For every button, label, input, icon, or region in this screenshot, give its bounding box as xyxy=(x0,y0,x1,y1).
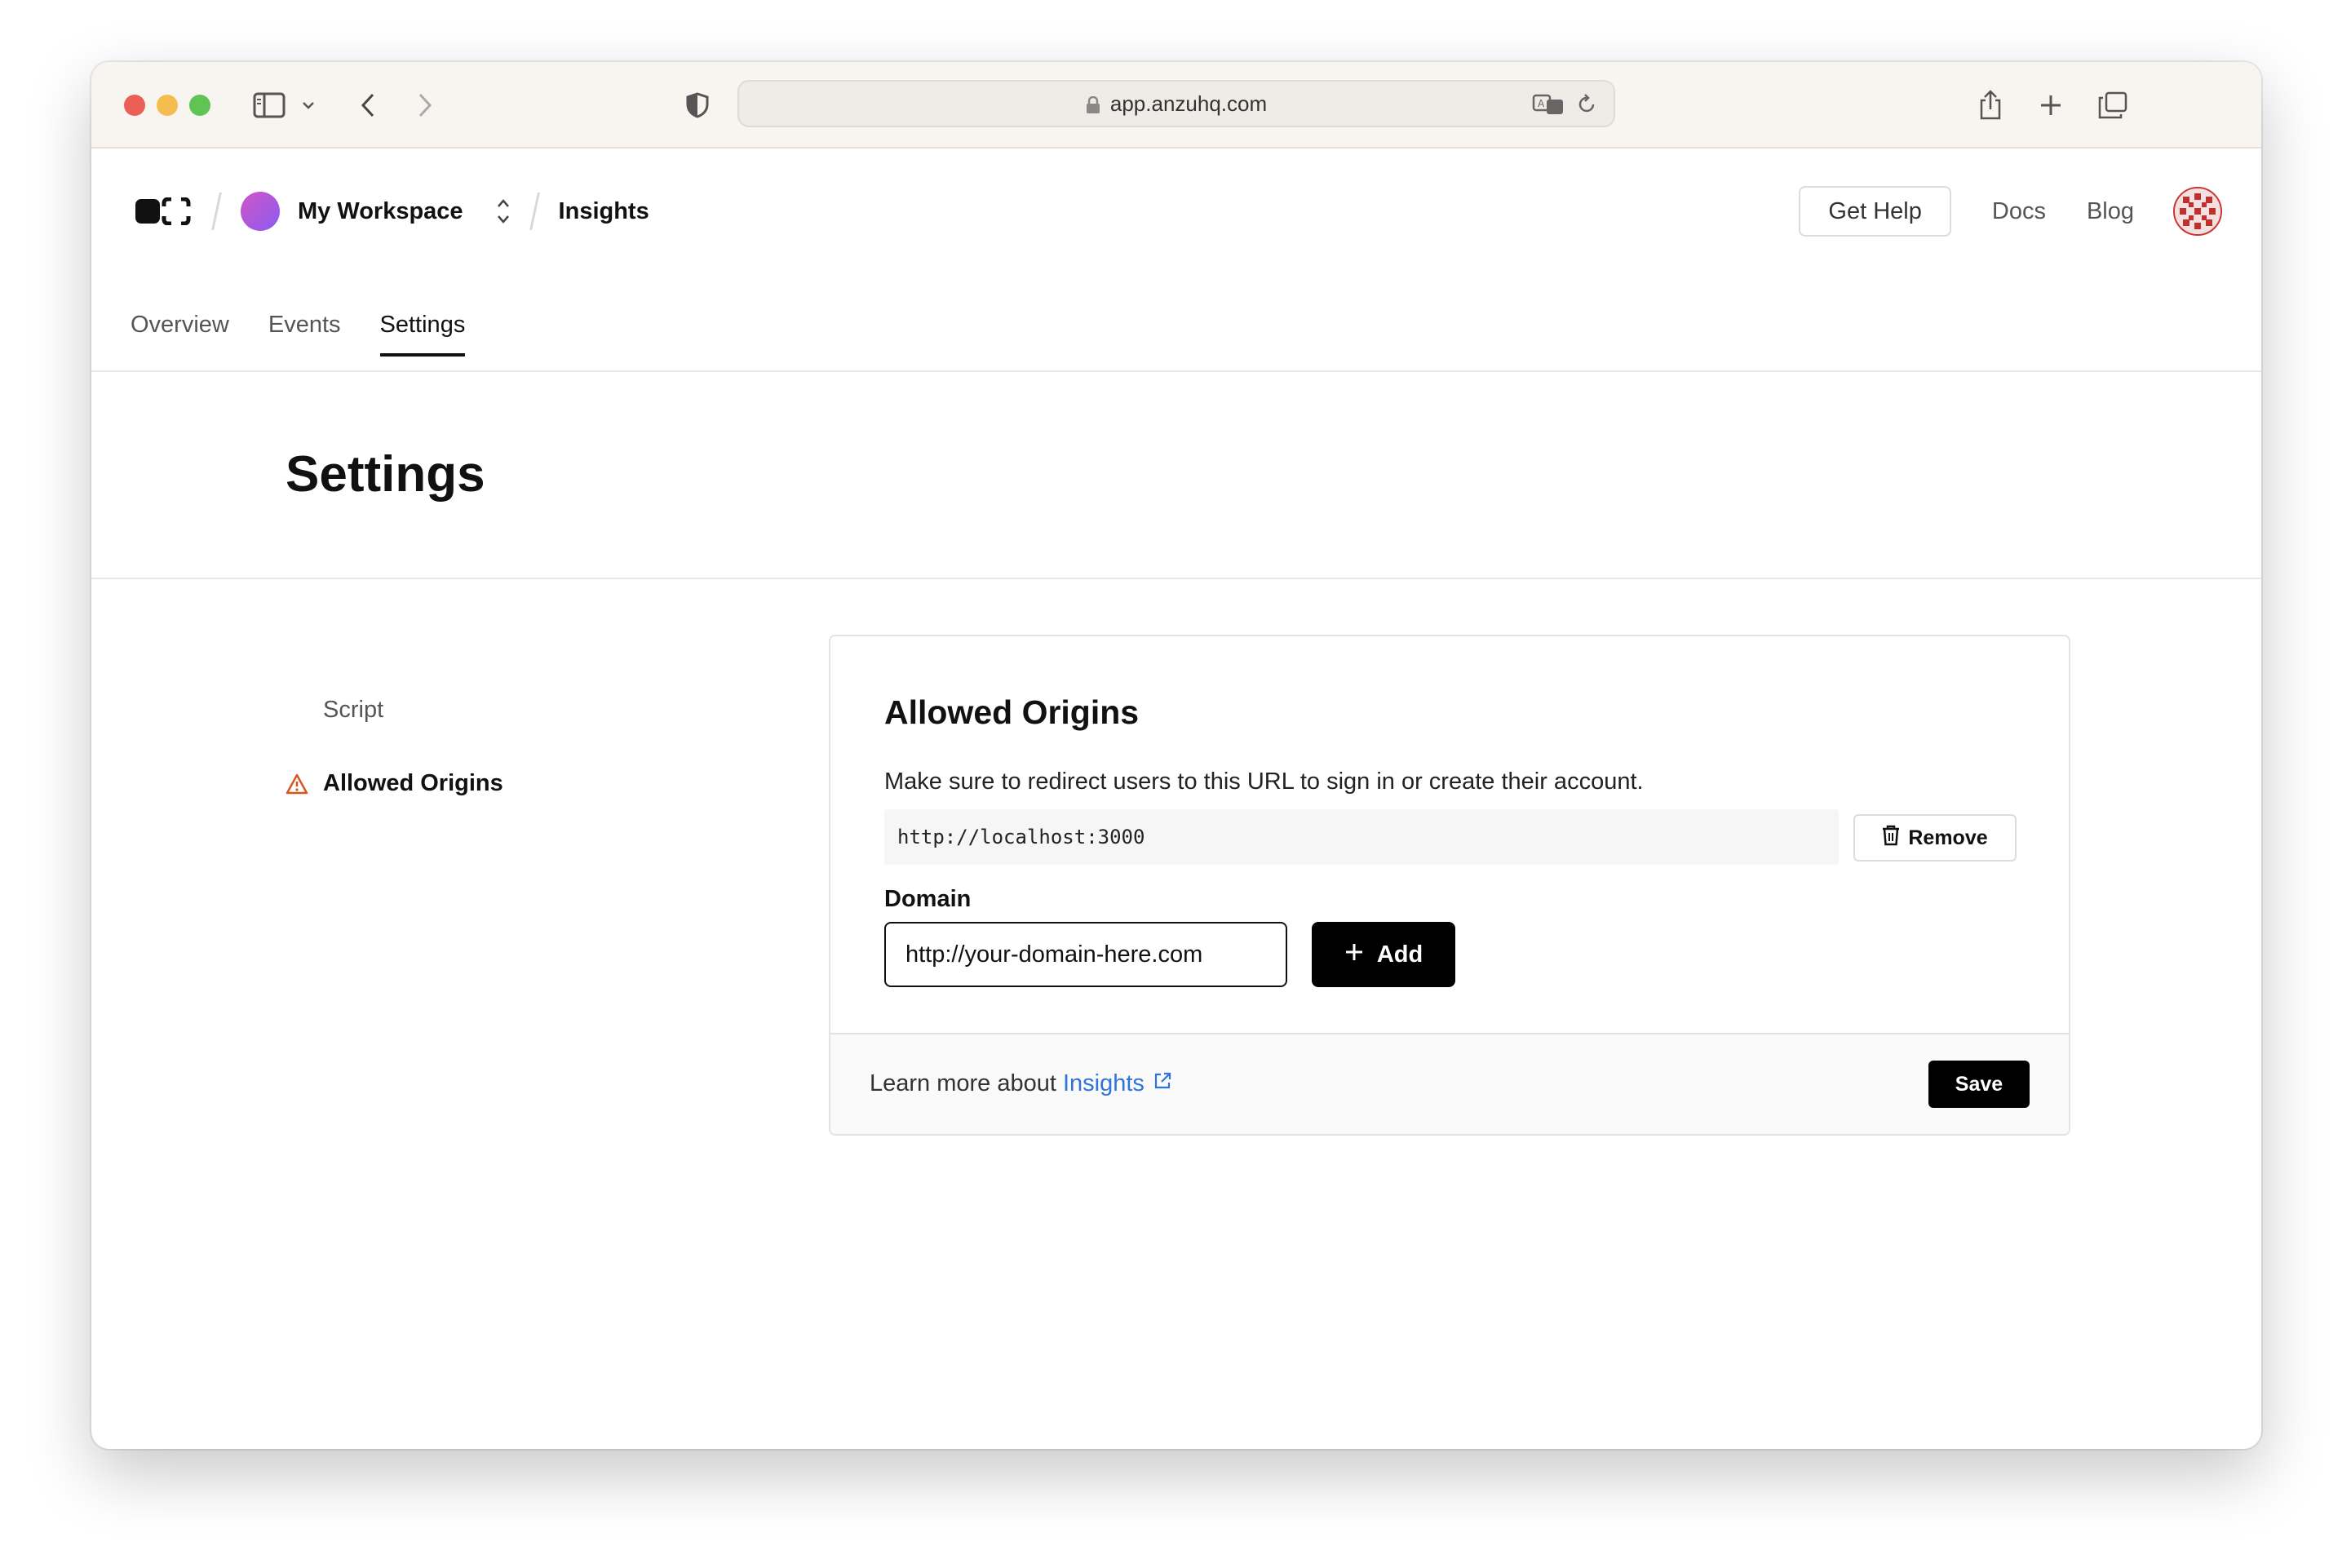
chevron-down-icon[interactable] xyxy=(300,86,317,124)
learn-more: Learn more about Insights xyxy=(870,1070,1172,1097)
app-header: My Workspace Insights Get Help Docs Blog xyxy=(91,148,2261,372)
remove-origin-button[interactable]: Remove xyxy=(1853,814,2017,862)
zoom-window-button[interactable] xyxy=(189,95,210,116)
add-origin-button[interactable]: Add xyxy=(1312,922,1455,987)
reload-icon[interactable] xyxy=(1576,93,1597,122)
domain-label: Domain xyxy=(884,886,972,912)
settings-side-nav: Script Allowed Origins xyxy=(286,690,503,803)
translate-icon[interactable]: A xyxy=(1532,93,1565,122)
sidebar-icon[interactable] xyxy=(251,86,287,124)
tab-settings[interactable]: Settings xyxy=(379,312,465,357)
forward-icon[interactable] xyxy=(413,86,437,124)
browser-titlebar: app.anzuhq.com A xyxy=(91,62,2261,148)
address-bar[interactable]: app.anzuhq.com A xyxy=(737,80,1615,127)
card-description: Make sure to redirect users to this URL … xyxy=(884,768,1644,795)
workspace-switcher-icon[interactable] xyxy=(496,197,511,226)
trash-icon xyxy=(1882,825,1900,852)
minimize-window-button[interactable] xyxy=(157,95,178,116)
project-name[interactable]: Insights xyxy=(559,198,649,225)
share-icon[interactable] xyxy=(1976,86,2005,124)
side-nav-item-allowed-origins[interactable]: Allowed Origins xyxy=(286,764,503,803)
side-nav-item-script[interactable]: Script xyxy=(286,690,503,729)
lock-icon xyxy=(1086,95,1100,113)
breadcrumb-separator xyxy=(529,193,540,230)
side-nav-label: Script xyxy=(323,696,384,723)
workspace-name[interactable]: My Workspace xyxy=(298,198,463,225)
breadcrumb-separator xyxy=(211,193,222,230)
origin-value: http://localhost:3000 xyxy=(897,826,1145,848)
docs-link[interactable]: Docs xyxy=(1992,198,2046,225)
remove-label: Remove xyxy=(1908,826,1988,849)
svg-text:A: A xyxy=(1538,98,1545,109)
get-help-button[interactable]: Get Help xyxy=(1799,186,1951,237)
page-title: Settings xyxy=(286,446,485,503)
warning-icon xyxy=(286,773,308,801)
shield-icon[interactable] xyxy=(684,86,711,124)
main-tabs: Overview Events Settings xyxy=(131,312,504,357)
plus-icon xyxy=(1344,941,1364,968)
origin-entry: http://localhost:3000 xyxy=(884,809,1839,865)
card-footer: Learn more about Insights Save xyxy=(830,1033,2069,1134)
app-logo[interactable] xyxy=(135,197,193,225)
external-link-icon[interactable] xyxy=(1153,1070,1172,1097)
tab-events[interactable]: Events xyxy=(268,312,341,357)
new-tab-icon[interactable] xyxy=(2038,86,2064,124)
close-window-button[interactable] xyxy=(124,95,145,116)
allowed-origins-card: Allowed Origins Make sure to redirect us… xyxy=(829,635,2070,1136)
side-nav-label: Allowed Origins xyxy=(323,769,503,796)
back-icon[interactable] xyxy=(356,86,380,124)
save-button[interactable]: Save xyxy=(1928,1061,2030,1108)
add-label: Add xyxy=(1376,941,1423,968)
tab-overview[interactable]: Overview xyxy=(131,312,229,357)
insights-docs-link[interactable]: Insights xyxy=(1063,1070,1145,1097)
browser-window: app.anzuhq.com A My Workspace Insights G… xyxy=(91,62,2261,1449)
url-text: app.anzuhq.com xyxy=(1109,91,1268,116)
blog-link[interactable]: Blog xyxy=(2087,198,2134,225)
user-avatar[interactable] xyxy=(2173,187,2222,236)
page-title-band: Settings xyxy=(91,372,2261,579)
domain-input[interactable] xyxy=(884,922,1287,987)
workspace-avatar[interactable] xyxy=(241,192,280,231)
tabs-overview-icon[interactable] xyxy=(2096,86,2129,124)
learn-more-text: Learn more about xyxy=(870,1070,1056,1096)
card-title: Allowed Origins xyxy=(884,693,1140,731)
